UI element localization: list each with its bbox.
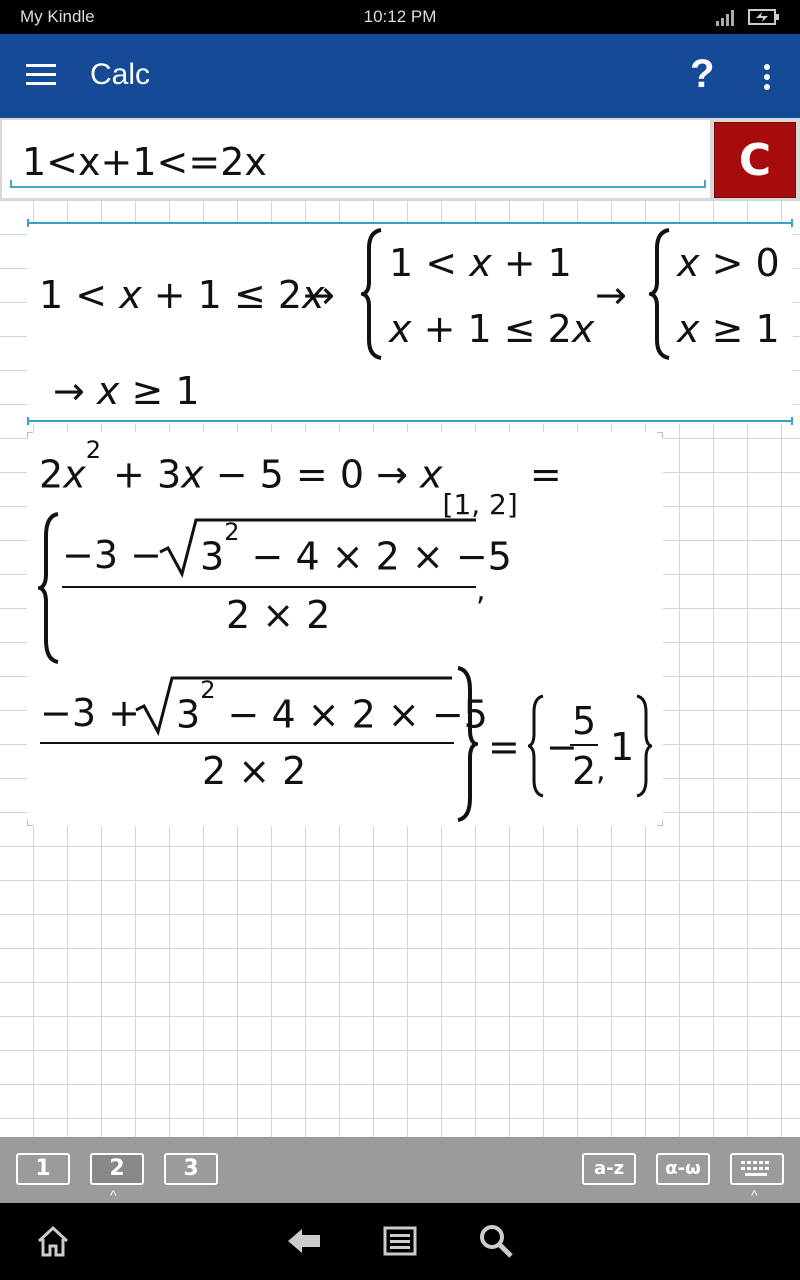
separator: , — [476, 573, 486, 608]
block-corner — [657, 820, 663, 826]
solution-denominator: 2 — [572, 749, 597, 793]
worksheet[interactable]: 1 < x + 1 ≤ 2x → 1 < x + 1 x + 1 ≤ 2x → … — [0, 200, 800, 1137]
selection-rule-top — [27, 219, 793, 227]
right-brace — [636, 694, 652, 798]
root2-fraction-bar — [40, 742, 454, 744]
system2-line2: x ≥ 1 — [677, 307, 780, 351]
block-corner — [27, 432, 33, 438]
root1-prefix: −3 − — [62, 533, 162, 577]
latin-letters-button[interactable]: a-z — [582, 1153, 636, 1185]
solution-second-value: 1 — [610, 725, 635, 769]
block-corner — [27, 820, 33, 826]
navigation-bar — [0, 1203, 800, 1280]
arrow: → — [595, 273, 627, 317]
help-icon[interactable]: ? — [690, 52, 714, 97]
system1-line2: x + 1 ≤ 2x — [389, 307, 595, 351]
keyboard-toolbar: 1 2 ^ 3 a-z α-ω ^ — [0, 1137, 800, 1203]
root2-radicand: 32 − 4 × 2 × −5 — [176, 676, 488, 737]
left-brace — [649, 228, 670, 360]
battery-charging-icon — [748, 9, 779, 25]
root2-prefix: −3 + — [40, 691, 140, 735]
quadratic-equation: 2x2 + 3x − 5 = 0 → x[1, 2] = — [39, 436, 562, 522]
clear-button[interactable]: C — [714, 122, 796, 198]
root2-denominator: 2 × 2 — [202, 749, 307, 793]
overflow-menu-icon[interactable] — [760, 62, 774, 92]
back-icon[interactable] — [286, 1223, 322, 1259]
home-icon[interactable] — [35, 1223, 71, 1259]
keyboard-page-1-button[interactable]: 1 — [16, 1153, 70, 1185]
right-brace — [457, 666, 478, 822]
expression-input[interactable]: 1<x+1<=2x — [2, 120, 710, 198]
system1-line1: 1 < x + 1 — [389, 241, 572, 285]
left-brace — [38, 512, 59, 664]
root1-radicand: 32 − 4 × 2 × −5 — [200, 518, 512, 579]
menu-list-icon[interactable] — [382, 1223, 418, 1259]
inequality-conclusion: → x ≥ 1 — [53, 369, 200, 413]
keyboard-caret: ^ — [751, 1187, 758, 1203]
active-indicator-caret: ^ — [110, 1187, 117, 1203]
clock: 10:12 PM — [363, 7, 437, 26]
root1-fraction-bar — [62, 586, 476, 588]
left-brace — [528, 694, 544, 798]
keyboard-icon[interactable] — [730, 1153, 784, 1185]
status-bar: My Kindle 10:12 PM — [0, 0, 800, 34]
arrow: → — [303, 273, 335, 317]
app-title: Calc — [90, 58, 151, 91]
left-brace — [361, 228, 382, 360]
equals-sign: = — [488, 725, 520, 769]
result-inequality[interactable]: 1 < x + 1 ≤ 2x → 1 < x + 1 x + 1 ≤ 2x → … — [27, 219, 793, 425]
expression-text[interactable]: 1<x+1<=2x — [22, 140, 267, 184]
signal-icon — [716, 10, 734, 26]
expression-input-row: 1<x+1<=2x C — [0, 118, 800, 200]
solution-fraction-bar — [570, 744, 598, 746]
root1-denominator: 2 × 2 — [226, 593, 331, 637]
greek-letters-button[interactable]: α-ω — [656, 1153, 710, 1185]
menu-icon[interactable] — [26, 64, 58, 88]
inequality-input: 1 < x + 1 ≤ 2x — [39, 273, 325, 317]
keyboard-page-3-button[interactable]: 3 — [164, 1153, 218, 1185]
solution-numerator: 5 — [572, 699, 597, 743]
keyboard-page-2-button[interactable]: 2 — [90, 1153, 144, 1185]
input-underline — [10, 180, 706, 188]
app-bar: Calc ? — [0, 34, 800, 118]
search-icon[interactable] — [478, 1223, 514, 1259]
solution-comma: , — [596, 753, 606, 788]
selection-rule-bottom — [27, 417, 793, 425]
system2-line1: x > 0 — [677, 241, 780, 285]
block-corner — [657, 432, 663, 438]
